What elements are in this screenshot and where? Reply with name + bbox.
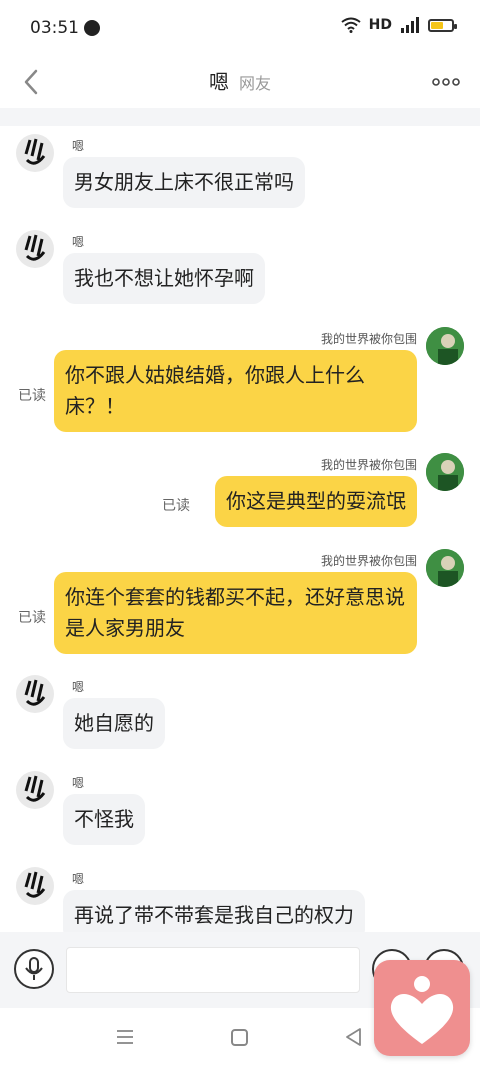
sender-name: 我的世界被你包围 [320, 554, 417, 568]
app-notification-icon [84, 20, 100, 36]
chat-subtitle: 网友 [238, 74, 271, 93]
wifi-icon [341, 17, 361, 33]
message-bubble[interactable]: 不怪我 [63, 794, 145, 845]
my-avatar[interactable] [426, 453, 464, 491]
message-bubble[interactable]: 我也不想让她怀孕啊 [63, 253, 265, 304]
message-bubble[interactable]: 再说了带不带套是我自己的权力 [63, 890, 365, 932]
sender-name: 嗯 [72, 680, 85, 694]
recent-apps-icon[interactable] [115, 1028, 135, 1046]
floating-app-logo[interactable] [374, 960, 470, 1056]
message-input[interactable] [66, 947, 360, 993]
message-bubble[interactable]: 你连个套套的钱都买不起，还好意思说是人家男朋友 [54, 572, 417, 654]
home-icon[interactable] [231, 1029, 248, 1046]
chat-title-group: 嗯网友 [0, 66, 480, 95]
contact-avatar[interactable] [16, 134, 54, 172]
contact-avatar[interactable] [16, 230, 54, 268]
avatar-image [426, 453, 464, 491]
status-time: 03:51 [30, 18, 79, 38]
avatar-image [24, 775, 46, 802]
sender-name: 我的世界被你包围 [320, 332, 417, 346]
battery-icon [428, 18, 457, 32]
avatar-image [24, 679, 46, 706]
message-bubble[interactable]: 你这是典型的耍流氓 [215, 476, 417, 527]
sender-name: 嗯 [72, 139, 85, 153]
contact-avatar[interactable] [16, 867, 54, 905]
contact-avatar[interactable] [16, 675, 54, 713]
read-status: 已读 [18, 610, 46, 626]
battery-level [431, 21, 443, 29]
message-bubble[interactable]: 男女朋友上床不很正常吗 [63, 157, 305, 208]
status-indicators: HD [341, 17, 457, 33]
message-bubble[interactable]: 你不跟人姑娘结婚，你跟人上什么床？！ [54, 350, 417, 432]
avatar-image [24, 871, 46, 898]
status-bar: 03:51 HD [0, 0, 480, 56]
header-divider [0, 108, 480, 126]
hd-label: HD [368, 17, 392, 33]
my-avatar[interactable] [426, 549, 464, 587]
sender-name: 嗯 [72, 872, 85, 886]
chat-messages[interactable]: 嗯 男女朋友上床不很正常吗 嗯 我也不想让她怀孕啊 我的世界被你包围 你不跟人姑… [0, 126, 480, 932]
more-dots-icon[interactable] [432, 70, 460, 94]
read-status: 已读 [18, 388, 46, 404]
sender-name: 嗯 [72, 235, 85, 249]
avatar-image [24, 138, 46, 165]
avatar-image [426, 549, 464, 587]
avatar-image [426, 327, 464, 365]
contact-avatar[interactable] [16, 771, 54, 809]
chat-header: 嗯网友 [0, 56, 480, 108]
sender-name: 我的世界被你包围 [320, 458, 417, 472]
sender-name: 嗯 [72, 776, 85, 790]
system-back-icon[interactable] [344, 1027, 364, 1047]
read-status: 已读 [162, 498, 190, 514]
heart-person-icon [390, 976, 454, 1044]
microphone-icon [25, 957, 43, 980]
my-avatar[interactable] [426, 327, 464, 365]
voice-button[interactable] [14, 949, 54, 989]
signal-icon [401, 17, 419, 33]
message-bubble[interactable]: 她自愿的 [63, 698, 165, 749]
avatar-image [24, 234, 46, 261]
chat-title: 嗯 [208, 70, 229, 94]
